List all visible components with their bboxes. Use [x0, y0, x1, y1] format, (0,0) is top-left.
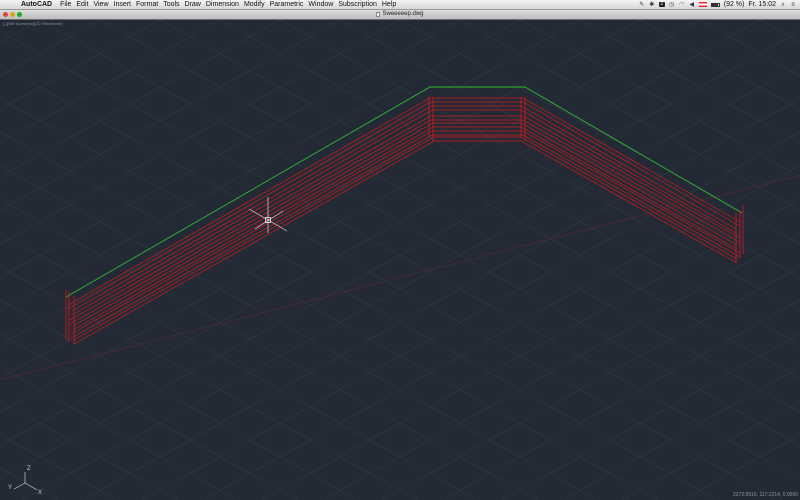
grid-line — [0, 20, 281, 178]
ucs-y-label: Y — [8, 485, 12, 491]
zoom-window-button[interactable] — [17, 12, 22, 17]
grid-line — [0, 299, 358, 500]
menu-help[interactable]: Help — [382, 0, 396, 9]
grid-line — [0, 20, 41, 43]
grid-line — [699, 20, 800, 77]
menu-format[interactable]: Format — [136, 0, 158, 9]
grid-line — [0, 366, 238, 500]
grid-line — [0, 98, 718, 500]
grid-line — [202, 165, 800, 500]
grid-line — [622, 400, 800, 500]
menu-view[interactable]: View — [93, 0, 108, 9]
railing-top[interactable] — [67, 97, 741, 316]
grid-line — [502, 333, 800, 500]
menu-insert[interactable]: Insert — [114, 0, 132, 9]
menu-dimension[interactable]: Dimension — [206, 0, 239, 9]
grid-line — [759, 20, 800, 43]
ucs-z-label: Z — [27, 466, 31, 472]
menu-subscription[interactable]: Subscription — [338, 0, 377, 9]
grid-line — [322, 232, 800, 500]
grid-line — [142, 131, 800, 500]
grid-line — [0, 30, 800, 480]
grid-line — [0, 131, 658, 500]
app-menu[interactable]: AutoCAD — [21, 0, 52, 9]
grid-line — [382, 266, 800, 500]
input-source-flag-icon[interactable] — [698, 2, 707, 7]
grid-line — [159, 20, 800, 379]
grid-line — [0, 20, 221, 144]
grid-line — [562, 366, 800, 500]
cursor-coordinates: 2272.6516, 117.2214, 0.0000 — [733, 492, 798, 498]
grid-line — [99, 20, 800, 413]
dropbox-icon[interactable]: 2 — [658, 2, 665, 7]
menu-window[interactable]: Window — [308, 0, 333, 9]
grid-line — [0, 20, 581, 346]
battery-percent: (92 %) — [723, 1, 745, 8]
grid-line — [0, 30, 800, 480]
grid-line — [0, 20, 161, 110]
grid-line — [0, 266, 418, 500]
railing-bottom[interactable] — [70, 130, 741, 345]
grid-line — [0, 20, 401, 245]
grid-line — [0, 20, 521, 312]
railing-middle[interactable] — [69, 115, 741, 331]
ucs-x-label: X — [38, 490, 42, 496]
grid-line — [0, 232, 478, 500]
battery-icon[interactable] — [710, 2, 720, 7]
menubar-clock[interactable]: Fr. 15:02 — [748, 0, 776, 9]
grid-line — [0, 400, 178, 500]
menu-tools[interactable]: Tools — [163, 0, 179, 9]
grid-line — [0, 20, 761, 446]
menu-parametric[interactable]: Parametric — [270, 0, 304, 9]
grid-line — [0, 165, 598, 500]
grid-line — [682, 434, 800, 500]
time-machine-icon[interactable]: ◷ — [669, 2, 675, 8]
ucs-icon: Z Y X — [8, 466, 42, 496]
document-title-text: Sweeeeep.dwg — [382, 11, 424, 17]
drawing-canvas[interactable]: Z Y X — [0, 20, 800, 500]
bluetooth-icon[interactable]: ✱ — [649, 2, 655, 8]
menu-file[interactable]: File — [60, 0, 71, 9]
viewport-controls-label[interactable]: [-][SW Isometric][2D Wireframe] — [3, 21, 63, 26]
grid-line — [0, 198, 538, 500]
menu-draw[interactable]: Draw — [185, 0, 201, 9]
grid-line — [0, 20, 701, 413]
grid-line — [219, 20, 800, 346]
spotlight-search-icon[interactable]: ⌕ — [780, 2, 786, 8]
grid-line — [0, 20, 641, 379]
grid-line — [22, 64, 800, 500]
grid-line — [639, 20, 800, 110]
pen-icon[interactable]: ✎ — [639, 2, 645, 8]
grid-line — [0, 20, 101, 77]
apple-menu-icon[interactable] — [4, 0, 14, 9]
grid-line — [0, 64, 778, 500]
menu-bar: AutoCAD File Edit View Insert Format Too… — [0, 0, 800, 10]
menu-modify[interactable]: Modify — [244, 0, 265, 9]
grid-line — [0, 333, 298, 500]
isometric-grid — [0, 20, 800, 500]
volume-icon[interactable]: ◀ — [689, 2, 695, 8]
wifi-icon[interactable]: ◠ — [679, 2, 685, 8]
menu-edit[interactable]: Edit — [76, 0, 88, 9]
minimize-window-button[interactable] — [10, 12, 15, 17]
grid-line — [579, 20, 800, 144]
close-window-button[interactable] — [3, 12, 8, 17]
grid-line — [399, 20, 800, 245]
grid-line — [442, 299, 800, 500]
drawing-viewport[interactable]: Z Y X — [0, 20, 800, 500]
document-title: Sweeeeep.dwg — [376, 10, 424, 19]
grid-line — [279, 20, 800, 312]
grid-line — [0, 434, 118, 500]
window-title-bar: Sweeeeep.dwg — [0, 10, 800, 20]
grid-line — [262, 198, 800, 500]
grid-line — [519, 20, 800, 178]
document-icon — [376, 12, 381, 17]
notification-list-icon[interactable]: ≡ — [790, 2, 796, 8]
railing-posts[interactable] — [65, 96, 744, 344]
